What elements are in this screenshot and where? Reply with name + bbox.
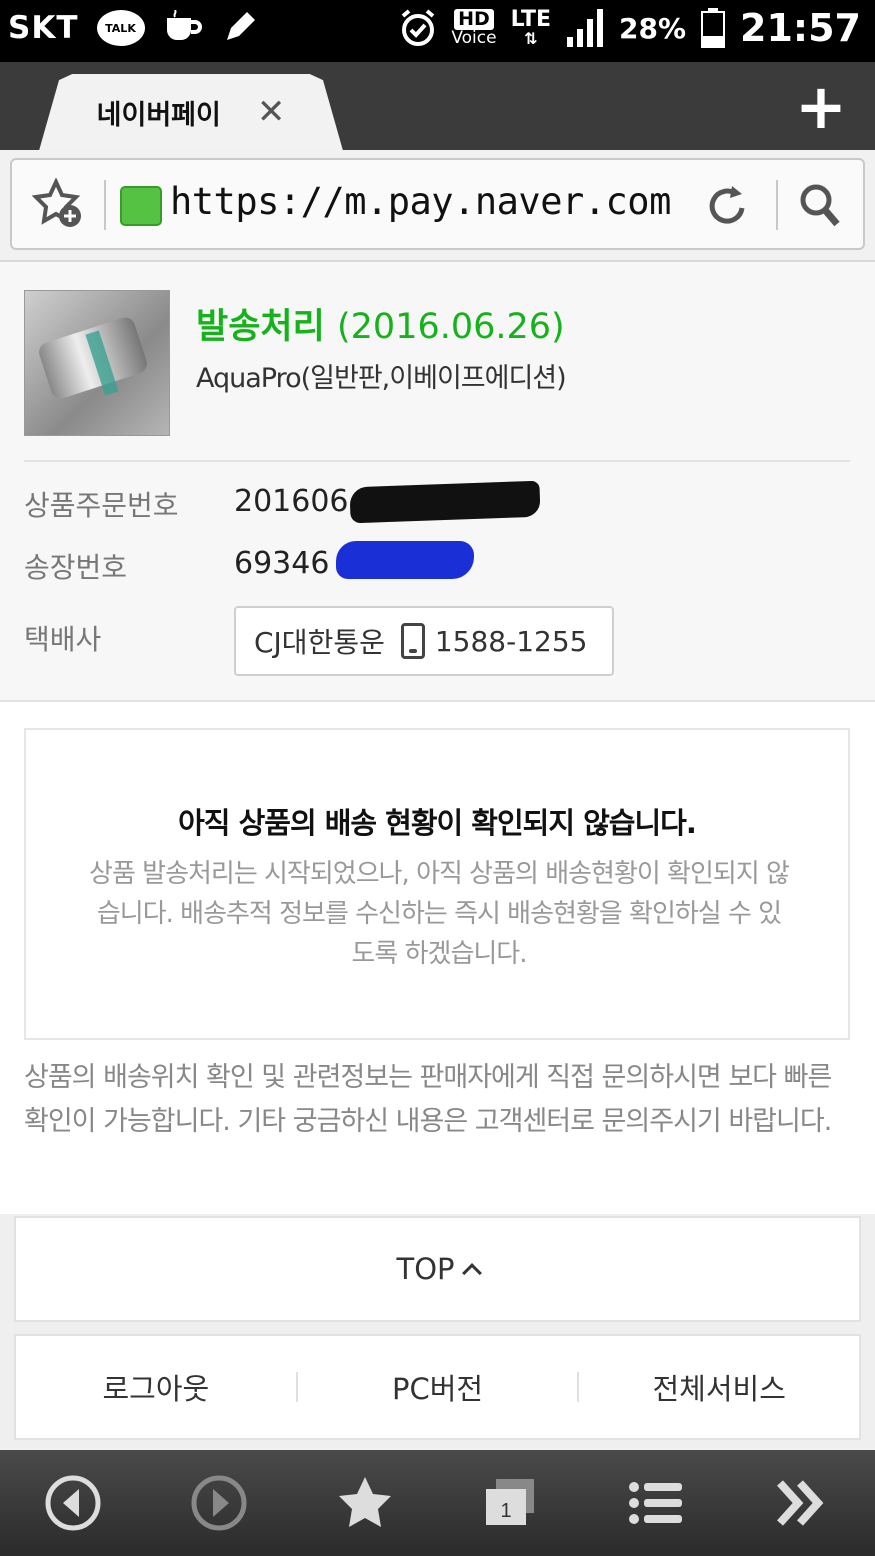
address-separator <box>104 180 106 230</box>
pencil-icon <box>226 12 255 40</box>
product-thumbnail[interactable] <box>24 290 170 436</box>
lte-icon: LTE ⇅ <box>510 7 551 48</box>
reload-icon[interactable] <box>706 182 750 230</box>
star-icon <box>338 1477 391 1527</box>
bookmarks-button[interactable] <box>335 1473 395 1533</box>
lock-icon[interactable] <box>120 186 162 226</box>
product-name[interactable]: AquaPro(일반판,이베이프에디션) <box>196 356 567 395</box>
tracking-number-label: 송장번호 <box>24 551 128 584</box>
svg-text:1: 1 <box>501 1500 512 1522</box>
new-tab-icon[interactable]: + <box>795 76 847 138</box>
chevron-up-icon <box>461 1263 482 1283</box>
forward-icon <box>191 1475 247 1531</box>
clock: 21:57 <box>740 6 861 50</box>
top-label: TOP <box>396 1252 455 1286</box>
battery-percent: 28% <box>619 11 687 45</box>
back-button[interactable] <box>43 1473 103 1533</box>
tabs-icon: 1 <box>486 1479 535 1525</box>
seller-contact-info: 상품의 배송위치 확인 및 관련정보는 판매자에게 직접 문의하시면 보다 빠른… <box>24 1062 832 1137</box>
status-bar: SKT TALK HD Voice LTE ⇅ 28% 21:57 <box>0 0 875 62</box>
browser-tab[interactable]: 네이버페이 ✕ <box>39 74 343 150</box>
delivery-notice-box: 아직 상품의 배송 현황이 확인되지 않습니다. 상품 발송처리는 시작되었으나… <box>24 728 850 1040</box>
add-bookmark-icon[interactable] <box>32 178 84 230</box>
courier-name: CJ대한통운 <box>254 626 385 659</box>
courier-label: 택배사 <box>24 623 102 656</box>
redaction-mark <box>349 480 541 524</box>
carrier-label: SKT <box>8 10 79 46</box>
double-chevron-right-icon <box>777 1480 824 1526</box>
address-bar: https://m.pay.naver.com/c <box>10 158 865 250</box>
all-services-link[interactable]: 전체서비스 <box>579 1366 859 1408</box>
forward-button[interactable] <box>189 1473 249 1533</box>
coffee-icon <box>166 10 202 40</box>
order-number-label: 상품주문번호 <box>24 489 179 522</box>
scroll-top-button[interactable]: TOP <box>14 1216 861 1322</box>
hd-voice-icon: HD Voice <box>451 8 497 48</box>
back-icon <box>45 1475 101 1531</box>
more-button[interactable] <box>772 1473 832 1533</box>
close-tab-icon[interactable]: ✕ <box>257 92 286 132</box>
url-field[interactable]: https://m.pay.naver.com/c <box>170 180 670 230</box>
notice-body: 상품 발송처리는 시작되었으나, 아직 상품의 배송현황이 확인되지 않습니다.… <box>89 859 790 969</box>
status-date: (2016.06.26) <box>337 307 565 347</box>
pc-version-link[interactable]: PC버전 <box>298 1366 578 1408</box>
footer-links: 로그아웃 PC버전 전체서비스 <box>14 1334 861 1440</box>
kakaotalk-icon: TALK <box>96 10 145 46</box>
search-icon[interactable] <box>798 182 842 230</box>
tabs-button[interactable]: 1 <box>480 1473 540 1533</box>
courier-phone: 1588-1255 <box>434 624 588 658</box>
menu-icon <box>629 1482 683 1524</box>
address-separator <box>776 180 778 230</box>
logout-link[interactable]: 로그아웃 <box>16 1366 296 1408</box>
order-summary: 발송처리 (2016.06.26) AquaPro(일반판,이베이프에디션) 상… <box>0 262 875 702</box>
tracking-number-value: 69346 <box>234 546 330 581</box>
battery-icon <box>701 8 726 48</box>
browser-toolbar: 1 <box>0 1450 875 1556</box>
address-bar-area: https://m.pay.naver.com/c <box>0 150 875 262</box>
notice-title: 아직 상품의 배송 현황이 확인되지 않습니다. <box>178 806 697 840</box>
signal-icon <box>567 9 603 47</box>
courier-call-button[interactable]: CJ대한통운 1588-1255 <box>234 606 614 676</box>
menu-button[interactable] <box>626 1473 686 1533</box>
tab-bar: 네이버페이 ✕ + <box>0 62 875 150</box>
redaction-mark <box>336 541 474 579</box>
divider <box>24 460 850 462</box>
alarm-icon <box>402 9 435 46</box>
phone-icon <box>400 623 425 659</box>
tab-title: 네이버페이 <box>96 99 221 131</box>
order-number-value: 201606 <box>234 484 349 519</box>
shipping-status: 발송처리 (2016.06.26) <box>196 307 565 347</box>
